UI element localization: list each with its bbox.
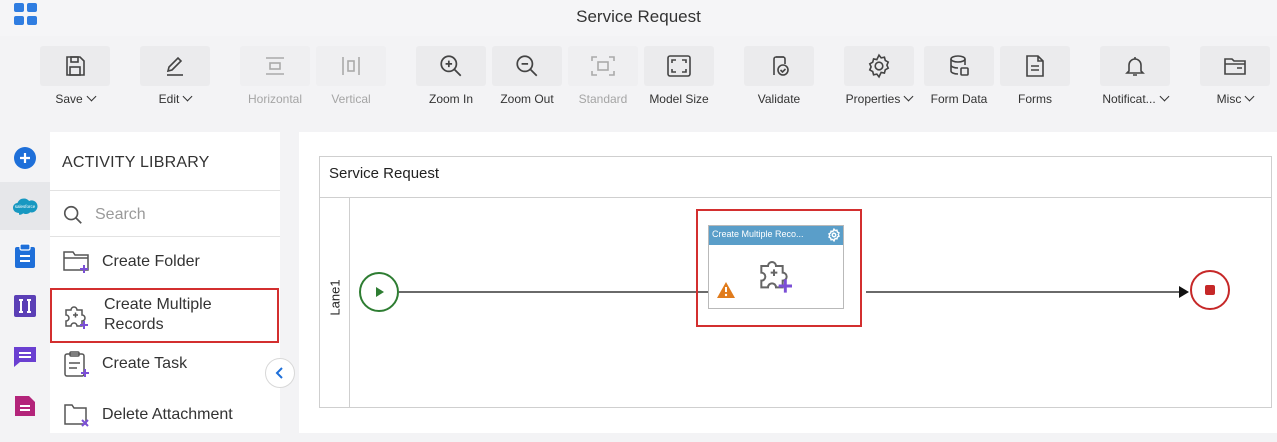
save-icon [66,56,85,76]
puzzle-add-icon [760,261,792,293]
flow-arrow-head [1179,286,1189,298]
validate-icon [773,56,789,76]
zoom-out-button[interactable]: Zoom Out [492,46,562,108]
library-item-label-line1: Create Multiple [104,296,212,313]
warning-icon[interactable] [716,281,736,299]
title-bar: Service Request [0,0,1277,36]
rail-message-item[interactable] [0,332,50,380]
library-item-label: Create Task [102,355,188,372]
database-icon [950,55,969,76]
misc-label: Misc [1216,92,1242,106]
bell-icon [1125,57,1145,76]
stop-icon [1205,285,1215,295]
search-icon [63,205,82,224]
process-canvas[interactable]: Service Request Lane1 Create Multiple Re… [299,132,1277,433]
end-event[interactable] [1190,270,1230,310]
edit-label: Edit [158,92,180,106]
form-data-button[interactable]: Form Data [924,46,994,108]
forms-icon [1026,55,1044,77]
activity-library: ACTIVITY LIBRARY Search Create Folder Cr… [50,132,280,433]
forms-button[interactable]: Forms [1000,46,1070,108]
gear-icon [868,53,890,79]
chevron-down-icon [1244,91,1255,102]
library-item-create-folder[interactable]: Create Folder [50,238,280,288]
notifications-button[interactable]: Notificat... [1100,46,1170,108]
horizontal-layout-icon [266,57,284,75]
save-button[interactable]: Save [40,46,110,108]
activity-library-title: ACTIVITY LIBRARY [62,154,210,171]
validate-label: Validate [757,92,801,106]
text-field-icon [14,295,36,317]
zoom-out-icon [516,55,538,77]
zoom-in-icon [440,55,462,77]
horizontal-button[interactable]: Horizontal [240,46,310,108]
pencil-icon [166,56,183,76]
misc-button[interactable]: Misc [1200,46,1270,108]
library-item-label: Create Folder [102,253,200,270]
forms-label: Forms [1018,92,1052,106]
save-label: Save [55,92,83,106]
vertical-label: Vertical [331,92,371,106]
vertical-button[interactable]: Vertical [316,46,386,108]
fit-screen-icon [667,55,691,77]
properties-label: Properties [845,92,901,106]
play-icon [376,287,384,297]
start-event[interactable] [359,272,399,312]
salesforce-text: salesforce [15,204,36,209]
salesforce-icon: salesforce [13,198,38,215]
puzzle-add-icon [65,306,88,329]
divider [50,236,280,237]
form-icon [15,396,35,416]
chevron-down-icon [903,91,914,102]
rail-form-item[interactable] [0,382,50,430]
chevron-down-icon [1159,91,1170,102]
library-item-create-task[interactable]: Create Task [50,342,280,392]
rail-add-item[interactable] [0,134,50,182]
task-add-icon [64,351,89,377]
attachment-delete-icon [64,404,89,427]
rail-clipboard-item[interactable] [0,232,50,280]
rail-salesforce-item[interactable]: salesforce [0,182,50,230]
library-item-delete-attachment[interactable]: Delete Attachment [50,392,280,442]
search-input[interactable]: Search [50,191,280,237]
notifications-label: Notificat... [1102,92,1156,106]
chevron-down-icon [182,91,193,102]
folder-add-icon [63,251,89,273]
toolbar: Save Edit Horizontal Vertical Zoom In Zo… [0,36,1277,114]
page-title: Service Request [576,7,701,26]
search-placeholder: Search [95,206,146,223]
rail-text-field-item[interactable] [0,282,50,330]
standard-size-icon [591,56,615,76]
activity-create-multiple-records[interactable]: Create Multiple Reco... [708,225,844,309]
add-icon [14,147,36,169]
collapse-panel-button[interactable] [265,358,295,388]
standard-button[interactable]: Standard [568,46,638,108]
validate-button[interactable]: Validate [744,46,814,108]
vertical-layout-icon [342,57,360,75]
clipboard-icon [15,243,35,268]
chevron-left-icon [275,367,283,379]
library-item-label-line2: Records [104,316,164,333]
chevron-down-icon [86,91,97,102]
library-item-create-multiple-records[interactable]: Create Multiple Records [50,288,279,343]
zoom-in-button[interactable]: Zoom In [416,46,486,108]
activity-header: Create Multiple Reco... [709,226,843,245]
edit-button[interactable]: Edit [140,46,210,108]
model-size-button[interactable]: Model Size [644,46,714,108]
folder-icon [1224,58,1246,75]
left-rail: salesforce [0,132,50,433]
library-item-label: Delete Attachment [102,406,233,423]
model-size-label: Model Size [649,92,709,106]
message-icon [14,347,36,367]
activity-settings-gear-icon[interactable] [827,228,841,242]
activity-title: Create Multiple Reco... [712,229,804,239]
properties-button[interactable]: Properties [844,46,914,108]
